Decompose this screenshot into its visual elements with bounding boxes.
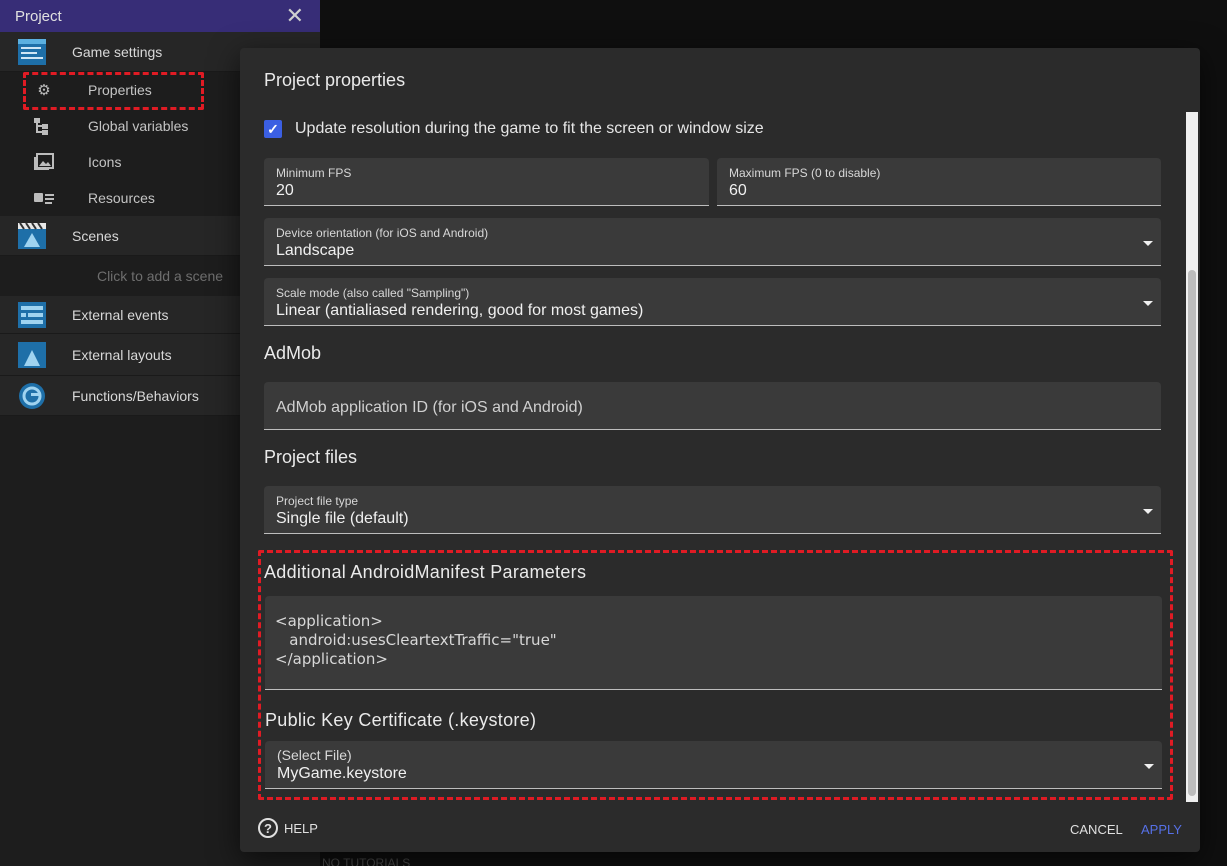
cancel-button[interactable]: CANCEL (1070, 822, 1123, 837)
chevron-down-icon (1143, 301, 1153, 306)
manifest-line: android:usesCleartextTraffic="true" (275, 631, 557, 649)
chevron-down-icon (1144, 764, 1154, 769)
help-label: HELP (284, 820, 318, 836)
project-panel-title: Project (15, 7, 62, 25)
add-scene-label: Click to add a scene (96, 268, 224, 284)
keystore-select-value: MyGame.keystore (277, 765, 407, 782)
device-orientation-label: Device orientation (for iOS and Android) (276, 226, 489, 240)
keystore-select-label: (Select File) (277, 747, 352, 763)
external-layouts-label: External layouts (72, 346, 172, 363)
sidebar-item-label: Global variables (88, 118, 189, 134)
maximum-fps-label: Maximum FPS (0 to disable) (729, 166, 881, 180)
update-resolution-row[interactable]: ✓ Update resolution during the game to f… (264, 120, 764, 138)
game-settings-icon (18, 38, 46, 65)
chevron-down-icon (1143, 509, 1153, 514)
scale-mode-label: Scale mode (also called "Sampling") (276, 286, 470, 300)
update-resolution-label: Update resolution during the game to fit… (295, 120, 764, 137)
close-icon[interactable]: ✕ (286, 5, 304, 27)
scale-mode-select[interactable]: Scale mode (also called "Sampling") Line… (264, 278, 1161, 326)
device-orientation-select[interactable]: Device orientation (for iOS and Android)… (264, 218, 1161, 266)
help-button[interactable]: ? HELP (258, 818, 318, 838)
chevron-down-icon (1143, 241, 1153, 246)
maximum-fps-value: 60 (729, 182, 747, 199)
minimum-fps-value: 20 (276, 182, 294, 199)
manifest-parameters-textarea[interactable]: <application> android:usesCleartextTraff… (265, 596, 1162, 690)
keystore-section-title: Public Key Certificate (.keystore) (265, 710, 537, 730)
admob-app-id-input[interactable]: AdMob application ID (for iOS and Androi… (264, 382, 1161, 430)
manifest-line: </application> (275, 650, 388, 668)
dialog-scrollbar[interactable] (1186, 112, 1198, 802)
scrollbar-thumb[interactable] (1188, 270, 1196, 796)
external-events-label: External events (72, 306, 169, 323)
manifest-section-title: Additional AndroidManifest Parameters (264, 562, 587, 582)
minimum-fps-label: Minimum FPS (276, 166, 352, 180)
resources-icon (33, 189, 55, 207)
admob-app-id-placeholder: AdMob application ID (for iOS and Androi… (276, 399, 583, 416)
help-icon: ? (258, 818, 278, 838)
scenes-label: Scenes (72, 227, 119, 244)
update-resolution-checkbox[interactable]: ✓ (264, 120, 282, 138)
functions-behaviors-icon (19, 382, 45, 409)
sidebar-item-label: Resources (88, 190, 155, 206)
project-file-type-select[interactable]: Project file type Single file (default) (264, 486, 1161, 534)
maximum-fps-field[interactable]: Maximum FPS (0 to disable) 60 (717, 158, 1161, 206)
project-panel-header: Project ✕ (0, 0, 320, 32)
keystore-select[interactable]: (Select File) MyGame.keystore (265, 741, 1162, 789)
project-files-section-title: Project files (264, 447, 358, 467)
functions-behaviors-label: Functions/Behaviors (72, 387, 199, 404)
image-icon (33, 153, 55, 171)
project-file-type-value: Single file (default) (276, 510, 409, 527)
apply-button[interactable]: APPLY (1141, 822, 1182, 837)
project-properties-dialog: Project properties ✓ Update resolution d… (240, 48, 1200, 852)
dialog-footer: ? HELP CANCEL APPLY (240, 816, 1200, 840)
scenes-icon (18, 221, 46, 249)
properties-highlight-outline (23, 72, 204, 110)
admob-section-title: AdMob (264, 343, 322, 363)
scale-mode-value: Linear (antialiased rendering, good for … (276, 302, 644, 319)
hierarchy-icon (33, 117, 55, 135)
device-orientation-value: Landscape (276, 242, 355, 259)
dialog-title: Project properties (264, 70, 406, 90)
external-events-icon (18, 301, 46, 328)
project-file-type-label: Project file type (276, 494, 359, 508)
sidebar-item-label: Icons (88, 154, 122, 170)
minimum-fps-field[interactable]: Minimum FPS 20 (264, 158, 709, 206)
external-layouts-icon (18, 341, 46, 368)
game-settings-label: Game settings (72, 43, 163, 60)
background-tutorials-text: NO TUTORIALS (322, 856, 411, 866)
manifest-line: <application> (275, 612, 383, 630)
